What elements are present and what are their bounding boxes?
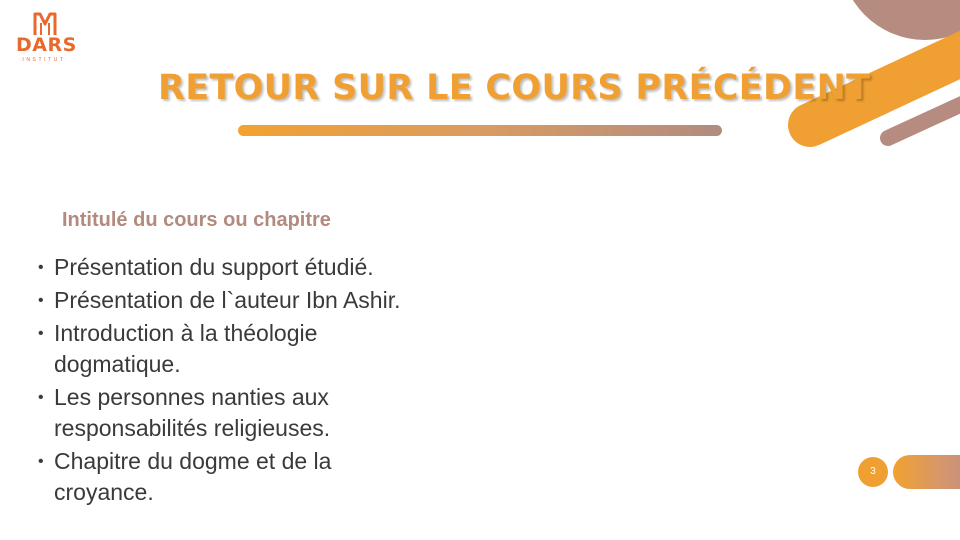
bullet-item: • Chapitre du dogme et de la croyance. [38,446,394,508]
slide-title: RETOUR SUR LE COURS PRÉCÉDENT [158,68,871,108]
bullet-text: Introduction à la théologie dogmatique. [54,320,318,377]
page-number-badge: 3 [858,457,888,487]
bullet-dot: • [38,259,44,276]
bullet-list: • Présentation du support étudié. • Présen… [38,252,478,510]
dars-logo: DARS INSTITUT [14,10,77,66]
corner-circle-shape [852,0,960,40]
bullet-item: • Introduction à la théologie dogmatique. [38,318,354,380]
bullet-text: Les personnes nanties aux responsabilité… [54,384,331,441]
bullet-dot: • [38,389,44,406]
bullet-item: • Présentation du support étudié. [38,252,478,283]
bullet-text: Présentation du support étudié. [54,254,374,280]
logo-subtext: INSTITUT [22,57,66,63]
bullet-item: • Présentation de l`auteur Ibn Ashir. [38,285,478,316]
bullet-dot: • [38,292,44,309]
bullet-dot: • [38,325,44,342]
bullet-item: • Les personnes nanties aux responsabilit… [38,382,394,444]
title-underline [238,125,722,136]
slide-subtitle: Intitulé du cours ou chapitre [62,209,331,231]
bullet-text: Présentation de l`auteur Ibn Ashir. [54,287,401,313]
bullet-dot: • [38,453,44,470]
bullet-text: Chapitre du dogme et de la croyance. [54,448,332,505]
logo-mark-icon [33,12,57,35]
page-tab-decoration [893,455,960,489]
logo-name: DARS [16,34,77,56]
